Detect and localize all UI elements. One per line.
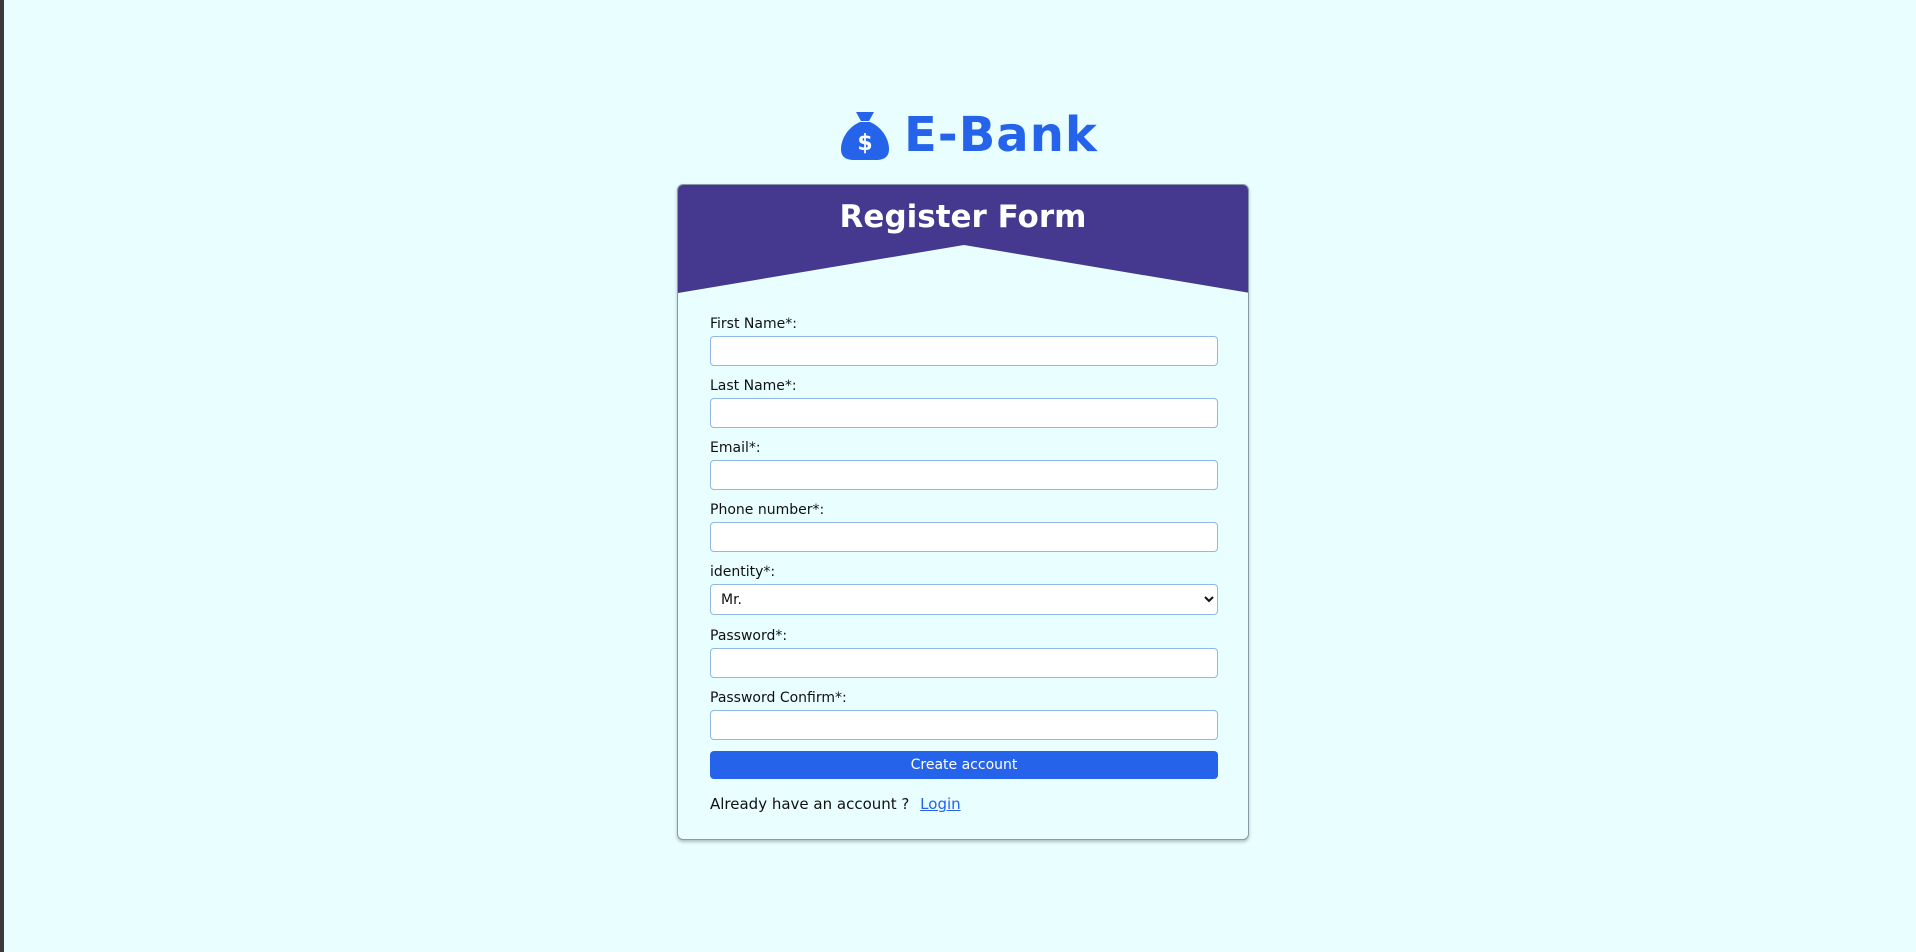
password-field: Password*: [710,627,1218,689]
last-name-input[interactable] [710,398,1218,428]
last-name-label: Last Name*: [710,378,797,394]
brand-logo: $ E-Bank [840,105,1098,165]
identity-select[interactable]: Mr. [710,584,1218,615]
email-label: Email*: [710,440,761,456]
phone-field: Phone number*: [710,501,1218,563]
create-account-button[interactable]: Create account [710,751,1218,779]
login-link[interactable]: Login [920,795,960,813]
email-input[interactable] [710,460,1218,490]
email-field: Email*: [710,439,1218,501]
password-confirm-input[interactable] [710,710,1218,740]
login-prompt: Already have an account ? Login [710,793,1218,815]
password-label: Password*: [710,628,788,644]
first-name-label: First Name*: [710,316,797,332]
money-bag-icon: $ [841,112,889,160]
page-viewport: $ E-Bank Register Form First Name*: Last… [4,0,1916,952]
register-card: Register Form First Name*: Last Name*: E… [677,184,1249,840]
password-confirm-field: Password Confirm*: [710,689,1218,751]
register-form: First Name*: Last Name*: Email*: Phone n… [710,315,1218,815]
first-name-field: First Name*: [710,315,1218,377]
login-prompt-text: Already have an account ? [710,795,910,813]
phone-label: Phone number*: [710,502,825,518]
brand-name: E-Bank [904,107,1098,163]
svg-text:$: $ [857,131,872,156]
form-title: Register Form [839,199,1087,235]
phone-input[interactable] [710,522,1218,552]
last-name-field: Last Name*: [710,377,1218,439]
identity-label: identity*: [710,564,776,580]
card-header: Register Form [678,185,1248,293]
password-confirm-label: Password Confirm*: [710,690,847,706]
first-name-input[interactable] [710,336,1218,366]
identity-field: identity*: Mr. [710,563,1218,627]
password-input[interactable] [710,648,1218,678]
